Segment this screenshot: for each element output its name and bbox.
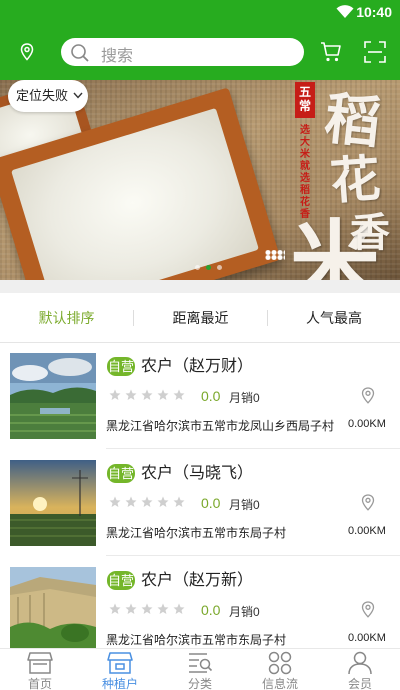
star-icon (141, 389, 153, 400)
farm-address: 黑龙江省哈尔滨市五常市龙凤山乡西局子村 (106, 419, 335, 433)
tab-nearest[interactable]: 距离最近 (134, 293, 267, 343)
farm-thumbnail (10, 567, 96, 648)
rating-stars (109, 496, 185, 508)
scan-icon[interactable] (364, 41, 386, 63)
farm-list: 自营 农户（赵万财） 0.0 月销0 黑龙江省哈尔滨市五常市龙凤山乡西局子村 0… (0, 343, 400, 648)
banner-indicator-dot-active (206, 265, 211, 270)
grid-icon (268, 651, 292, 675)
tab-default-sort[interactable]: 默认排序 (0, 293, 133, 343)
banner-indicator-dot (195, 265, 200, 270)
tab-most-popular[interactable]: 人气最高 (268, 293, 400, 343)
farm-address: 黑龙江省哈尔滨市五常市东局子村 (106, 633, 287, 647)
nav-member[interactable]: 会员 (320, 649, 400, 690)
farm-thumbnail (10, 353, 96, 439)
banner-slogan: 选大米就选稻花香 (300, 125, 310, 220)
status-bar: 10:40 (0, 0, 400, 24)
star-icon (125, 603, 137, 614)
app-header: 搜索 (0, 24, 400, 80)
promo-banner[interactable]: 稻 花 米 香 五常 选大米就选稻花香 定位失败 (0, 80, 400, 280)
location-pin-icon (361, 601, 375, 618)
bottom-nav: 首页 种植户 分类 信息流 会员 (0, 648, 400, 690)
section-divider (0, 280, 400, 293)
category-icon (189, 653, 213, 673)
nav-label: 首页 (27, 677, 52, 690)
wifi-icon (336, 5, 354, 18)
farm-address: 黑龙江省哈尔滨市五常市东局子村 (106, 526, 287, 540)
list-item[interactable]: 自营 农户（马晓飞） 0.0 月销0 黑龙江省哈尔滨市五常市东局子村 0.00K… (0, 450, 400, 556)
search-icon (71, 44, 89, 62)
star-icon (157, 496, 169, 507)
location-pin-icon (361, 494, 375, 511)
monthly-sales: 月销0 (229, 605, 260, 619)
monthly-sales: 月销0 (229, 391, 260, 405)
list-item[interactable]: 自营 农户（赵万新） 0.0 月销0 黑龙江省哈尔滨市五常市东局子村 0.00K… (0, 557, 400, 648)
search-placeholder: 搜索 (101, 48, 134, 65)
location-icon[interactable] (20, 43, 34, 61)
rating-score: 0.0 (201, 495, 221, 511)
farm-store-icon (107, 652, 133, 674)
star-icon (141, 603, 153, 614)
nav-label: 种植户 (101, 677, 138, 690)
search-input[interactable]: 搜索 (61, 38, 304, 66)
nav-feed[interactable]: 信息流 (240, 649, 320, 690)
star-icon (173, 389, 185, 400)
cart-icon[interactable] (320, 41, 342, 63)
banner-calligraphy: 稻 花 米 香 五常 选大米就选稻花香 (290, 80, 400, 280)
farm-distance: 0.00KM (348, 632, 386, 644)
self-operated-badge: 自营 (107, 357, 135, 376)
star-icon (157, 603, 169, 614)
star-icon (109, 603, 121, 614)
star-icon (157, 389, 169, 400)
rating-stars (109, 389, 185, 401)
store-icon (27, 652, 53, 674)
calligraphy-char: 香 (350, 209, 390, 256)
star-icon (173, 496, 185, 507)
nav-category[interactable]: 分类 (160, 649, 240, 690)
farm-name: 农户（赵万新） (141, 572, 254, 589)
self-operated-badge: 自营 (107, 464, 135, 483)
rating-score: 0.0 (201, 388, 221, 404)
star-icon (125, 389, 137, 400)
location-status-label: 定位失败 (16, 88, 69, 103)
banner-indicator-dot (217, 265, 222, 270)
farm-thumbnail (10, 460, 96, 546)
location-pin-icon (361, 387, 375, 404)
list-item[interactable]: 自营 农户（赵万财） 0.0 月销0 黑龙江省哈尔滨市五常市龙凤山乡西局子村 0… (0, 343, 400, 449)
star-icon (173, 603, 185, 614)
farm-distance: 0.00KM (348, 525, 386, 537)
self-operated-badge: 自营 (107, 571, 135, 590)
rating-score: 0.0 (201, 602, 221, 618)
status-time: 10:40 (356, 4, 392, 20)
sort-tabs: 默认排序 距离最近 人气最高 (0, 293, 400, 343)
farm-name: 农户（赵万财） (141, 358, 254, 375)
star-icon (109, 496, 121, 507)
banner-rice-grains (265, 250, 285, 260)
farm-name: 农户（马晓飞） (141, 465, 254, 482)
monthly-sales: 月销0 (229, 498, 260, 512)
nav-home[interactable]: 首页 (0, 649, 80, 690)
nav-label: 会员 (347, 677, 372, 690)
star-icon (141, 496, 153, 507)
nav-label: 信息流 (261, 677, 298, 690)
nav-label: 分类 (187, 677, 212, 690)
farm-distance: 0.00KM (348, 418, 386, 430)
star-icon (125, 496, 137, 507)
item-divider (106, 555, 400, 556)
rating-stars (109, 603, 185, 615)
person-icon (348, 651, 372, 675)
item-divider (106, 448, 400, 449)
banner-seal: 五常 (295, 82, 315, 118)
chevron-down-icon (73, 92, 83, 99)
banner-indicator (195, 265, 222, 270)
location-status-chip[interactable]: 定位失败 (8, 80, 88, 112)
star-icon (109, 389, 121, 400)
nav-growers[interactable]: 种植户 (80, 649, 160, 690)
